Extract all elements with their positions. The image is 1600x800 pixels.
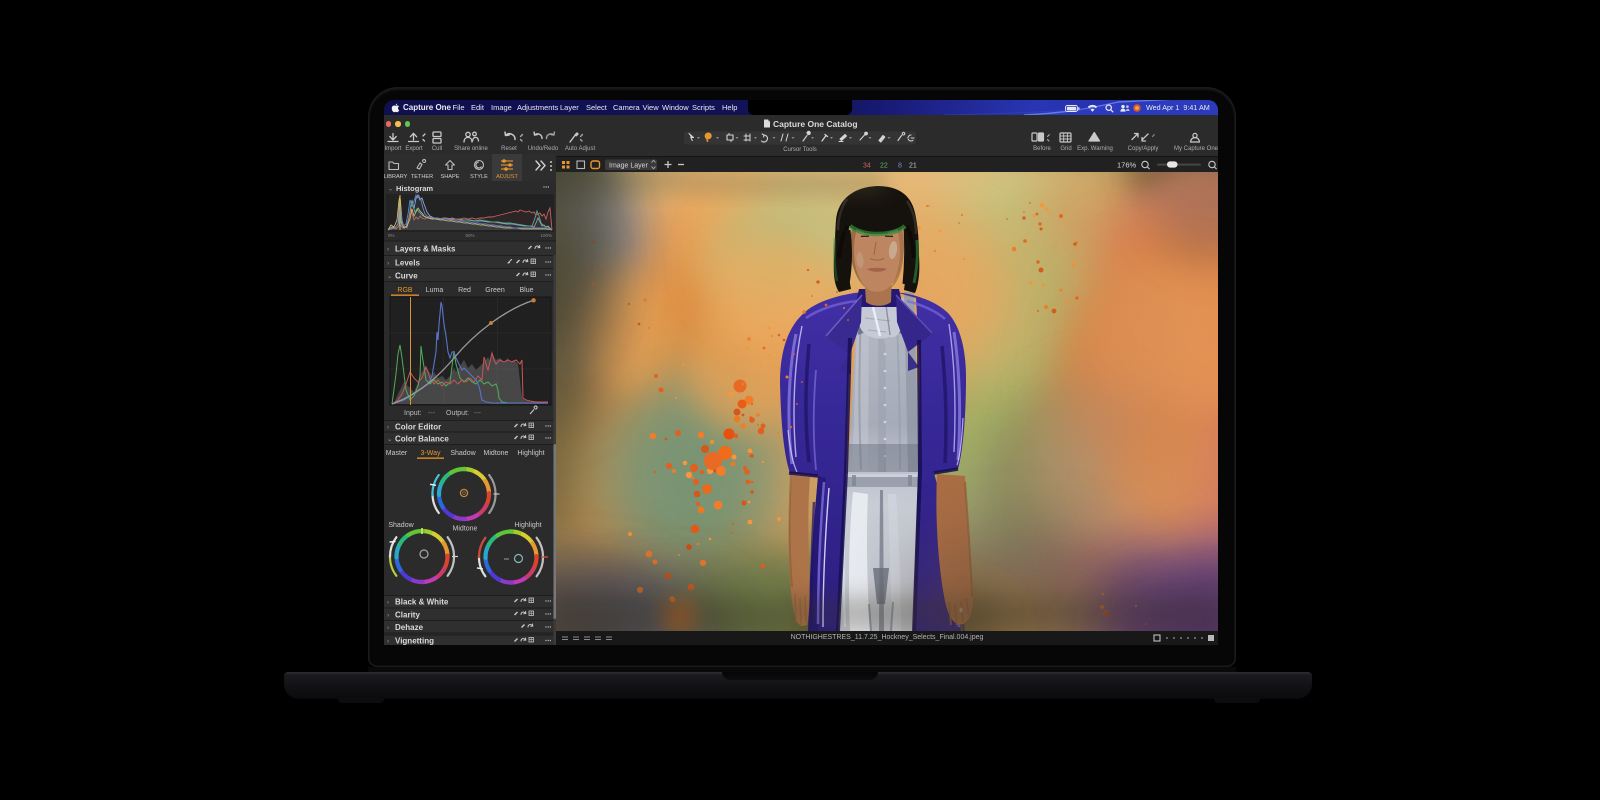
svg-text:Output:: Output:: [446, 410, 469, 417]
svg-text:⌄: ⌄: [387, 273, 392, 280]
svg-text:34: 34: [863, 163, 871, 170]
svg-text:›: ›: [387, 625, 389, 632]
svg-text:Midtone: Midtone: [453, 526, 478, 533]
svg-text:Shadow: Shadow: [450, 450, 476, 457]
svg-text:Input:: Input:: [404, 410, 422, 417]
svg-text:21: 21: [909, 163, 917, 170]
svg-text:100%: 100%: [540, 233, 552, 238]
svg-text:STYLE: STYLE: [470, 174, 488, 180]
svg-text:8: 8: [898, 163, 902, 170]
svg-text:›: ›: [387, 638, 389, 645]
svg-text:3-Way: 3-Way: [421, 450, 441, 457]
svg-text:50%: 50%: [465, 233, 474, 238]
svg-text:Midtone: Midtone: [484, 450, 509, 457]
svg-text:›: ›: [387, 246, 389, 253]
svg-text:Luma: Luma: [426, 287, 444, 294]
svg-text:Black & White: Black & White: [395, 598, 449, 607]
svg-text:---: ---: [474, 410, 482, 417]
svg-text:Curve: Curve: [395, 272, 418, 281]
svg-text:Color Balance: Color Balance: [395, 435, 449, 444]
svg-text:LIBRARY: LIBRARY: [384, 174, 408, 180]
svg-text:Clarity: Clarity: [395, 611, 420, 620]
svg-text:Dehaze: Dehaze: [395, 623, 424, 632]
svg-text:⌄: ⌄: [387, 436, 392, 443]
svg-text:TETHER: TETHER: [411, 174, 433, 180]
svg-text:Highlight: Highlight: [517, 450, 544, 457]
svg-text:Highlight: Highlight: [514, 522, 541, 529]
svg-text:Levels: Levels: [395, 259, 420, 268]
svg-text:›: ›: [387, 260, 389, 267]
svg-text:RGB: RGB: [397, 287, 413, 294]
svg-text:---: ---: [428, 410, 436, 417]
svg-text:›: ›: [387, 612, 389, 619]
svg-text:Green: Green: [485, 287, 505, 294]
svg-text:0%: 0%: [388, 233, 395, 238]
svg-text:ADJUST: ADJUST: [496, 174, 518, 180]
svg-text:Shadow: Shadow: [388, 522, 414, 529]
svg-text:Vignetting: Vignetting: [395, 637, 434, 646]
svg-text:SHAPE: SHAPE: [441, 174, 460, 180]
svg-text:›: ›: [387, 424, 389, 431]
svg-text:Master: Master: [386, 450, 408, 457]
svg-text:176%: 176%: [1117, 161, 1137, 170]
svg-text:Color Editor: Color Editor: [395, 423, 441, 432]
svg-text:⌄: ⌄: [388, 187, 393, 193]
svg-text:22: 22: [880, 163, 888, 170]
svg-text:Image Layer: Image Layer: [609, 163, 649, 170]
svg-text:›: ›: [387, 599, 389, 606]
svg-text:Red: Red: [458, 287, 471, 294]
svg-text:Histogram: Histogram: [396, 184, 433, 193]
svg-text:Blue: Blue: [519, 287, 533, 294]
svg-text:Layers & Masks: Layers & Masks: [395, 245, 456, 254]
